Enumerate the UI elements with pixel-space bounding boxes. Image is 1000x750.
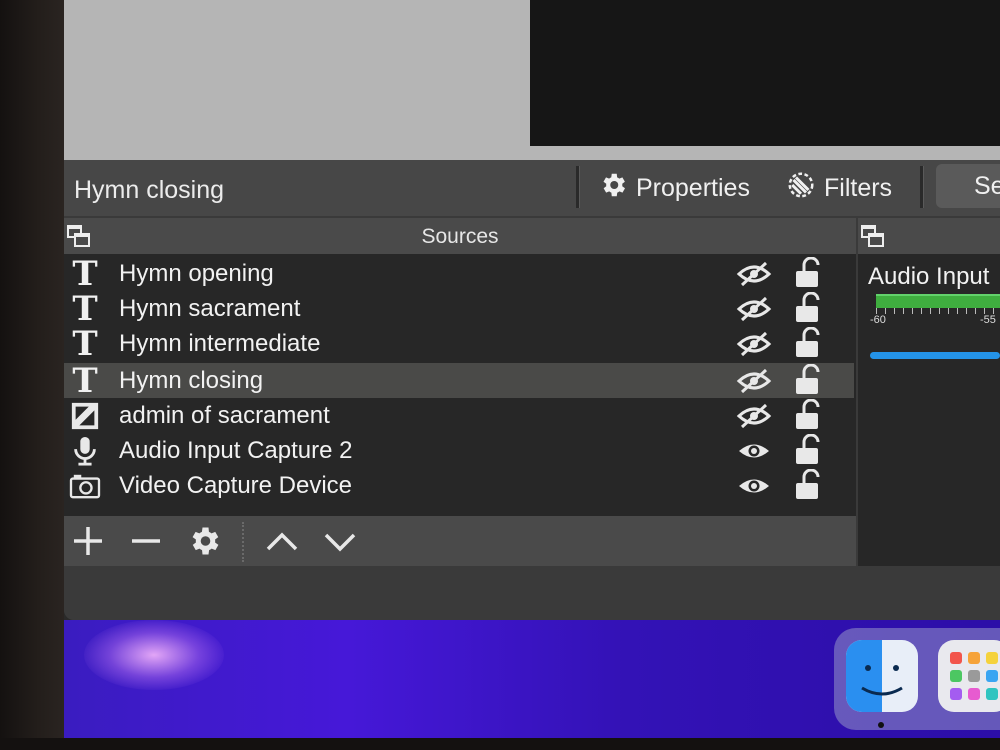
camera-icon (68, 470, 102, 502)
move-down-icon[interactable] (322, 523, 358, 559)
wallpaper-glow (84, 620, 224, 690)
unlocked-icon[interactable] (794, 291, 822, 324)
source-name: Hymn sacrament (119, 295, 301, 322)
sources-title: Sources (421, 225, 499, 248)
eye-visible-icon[interactable] (736, 437, 772, 465)
eye-visible-icon[interactable] (736, 472, 772, 500)
divider (920, 166, 924, 208)
source-row[interactable]: T Hymn sacrament (64, 291, 854, 326)
source-row[interactable]: admin of sacrament (64, 398, 854, 433)
source-row[interactable]: Video Capture Device (64, 468, 854, 503)
running-indicator (878, 722, 884, 728)
filters-button[interactable]: Filters (786, 168, 892, 208)
source-name: Video Capture Device (119, 472, 353, 499)
unlocked-icon[interactable] (794, 468, 822, 501)
text-icon: T (72, 361, 98, 401)
finder-icon[interactable] (846, 640, 918, 712)
filters-label: Filters (824, 173, 893, 202)
screen: Hymn closing Properties Filters Se Sourc… (64, 0, 1000, 740)
volume-meter (876, 296, 1000, 308)
source-row[interactable]: Audio Input Capture 2 (64, 433, 854, 468)
obs-window: Hymn closing Properties Filters Se Sourc… (64, 0, 1000, 620)
eye-hidden-icon[interactable] (736, 295, 772, 323)
gear-icon[interactable] (186, 523, 222, 559)
toolbar-separator (242, 522, 244, 562)
unlocked-icon[interactable] (794, 256, 822, 289)
properties-button[interactable]: Properties (598, 168, 750, 208)
unlocked-icon[interactable] (794, 363, 822, 396)
preview-canvas[interactable] (530, 0, 1000, 146)
image-icon (68, 400, 102, 432)
eye-hidden-icon[interactable] (736, 367, 772, 395)
volume-slider[interactable] (870, 352, 1000, 359)
launchpad-icon[interactable] (938, 640, 1000, 712)
text-icon: T (72, 254, 98, 294)
divider (576, 166, 580, 208)
unlocked-icon[interactable] (794, 433, 822, 466)
context-bar: Hymn closing Properties Filters Se (64, 160, 1000, 216)
selected-source-label: Hymn closing (74, 176, 225, 204)
tick-label: -60 (870, 314, 886, 326)
tick-label: -55 (980, 314, 996, 326)
source-row[interactable]: T Hymn opening (64, 256, 854, 291)
properties-label: Properties (636, 173, 750, 202)
source-name: admin of sacrament (119, 402, 330, 429)
text-icon: T (72, 324, 98, 364)
eye-hidden-icon[interactable] (736, 330, 772, 358)
add-icon[interactable] (70, 523, 106, 559)
dock-float-icon[interactable] (860, 224, 886, 250)
source-row[interactable]: T Hymn intermediate (64, 326, 854, 361)
remove-icon[interactable] (128, 523, 164, 559)
sources-dock-title: Sources (64, 218, 856, 254)
source-name: Hymn opening (119, 260, 274, 287)
dock-float-icon[interactable] (66, 224, 92, 250)
gear-icon (598, 170, 628, 207)
laptop-bezel-bottom (0, 738, 1000, 750)
laptop-bezel (0, 0, 64, 750)
text-icon: T (72, 289, 98, 329)
unlocked-icon[interactable] (794, 398, 822, 431)
sources-dock: Sources T Hymn opening T Hymn sacrament … (64, 218, 856, 566)
eye-hidden-icon[interactable] (736, 260, 772, 288)
move-up-icon[interactable] (264, 523, 300, 559)
source-name: Hymn intermediate (119, 330, 321, 357)
sources-list: T Hymn opening T Hymn sacrament T Hymn i… (64, 256, 856, 516)
eye-hidden-icon[interactable] (736, 402, 772, 430)
scene-button-partial[interactable]: Se (936, 164, 1000, 208)
microphone-icon (68, 435, 102, 467)
audio-mixer-dock: Audio Input -60 -55 (858, 218, 1000, 566)
unlocked-icon[interactable] (794, 326, 822, 359)
source-name: Audio Input Capture 2 (119, 437, 353, 464)
source-name: Hymn closing (119, 367, 264, 394)
window-bottom (64, 566, 1000, 620)
audio-mixer-title (858, 218, 1000, 254)
filters-icon (786, 170, 816, 207)
sources-toolbar (64, 516, 856, 566)
audio-channel-label: Audio Input (868, 263, 990, 290)
source-row-selected[interactable]: T Hymn closing (64, 363, 854, 398)
